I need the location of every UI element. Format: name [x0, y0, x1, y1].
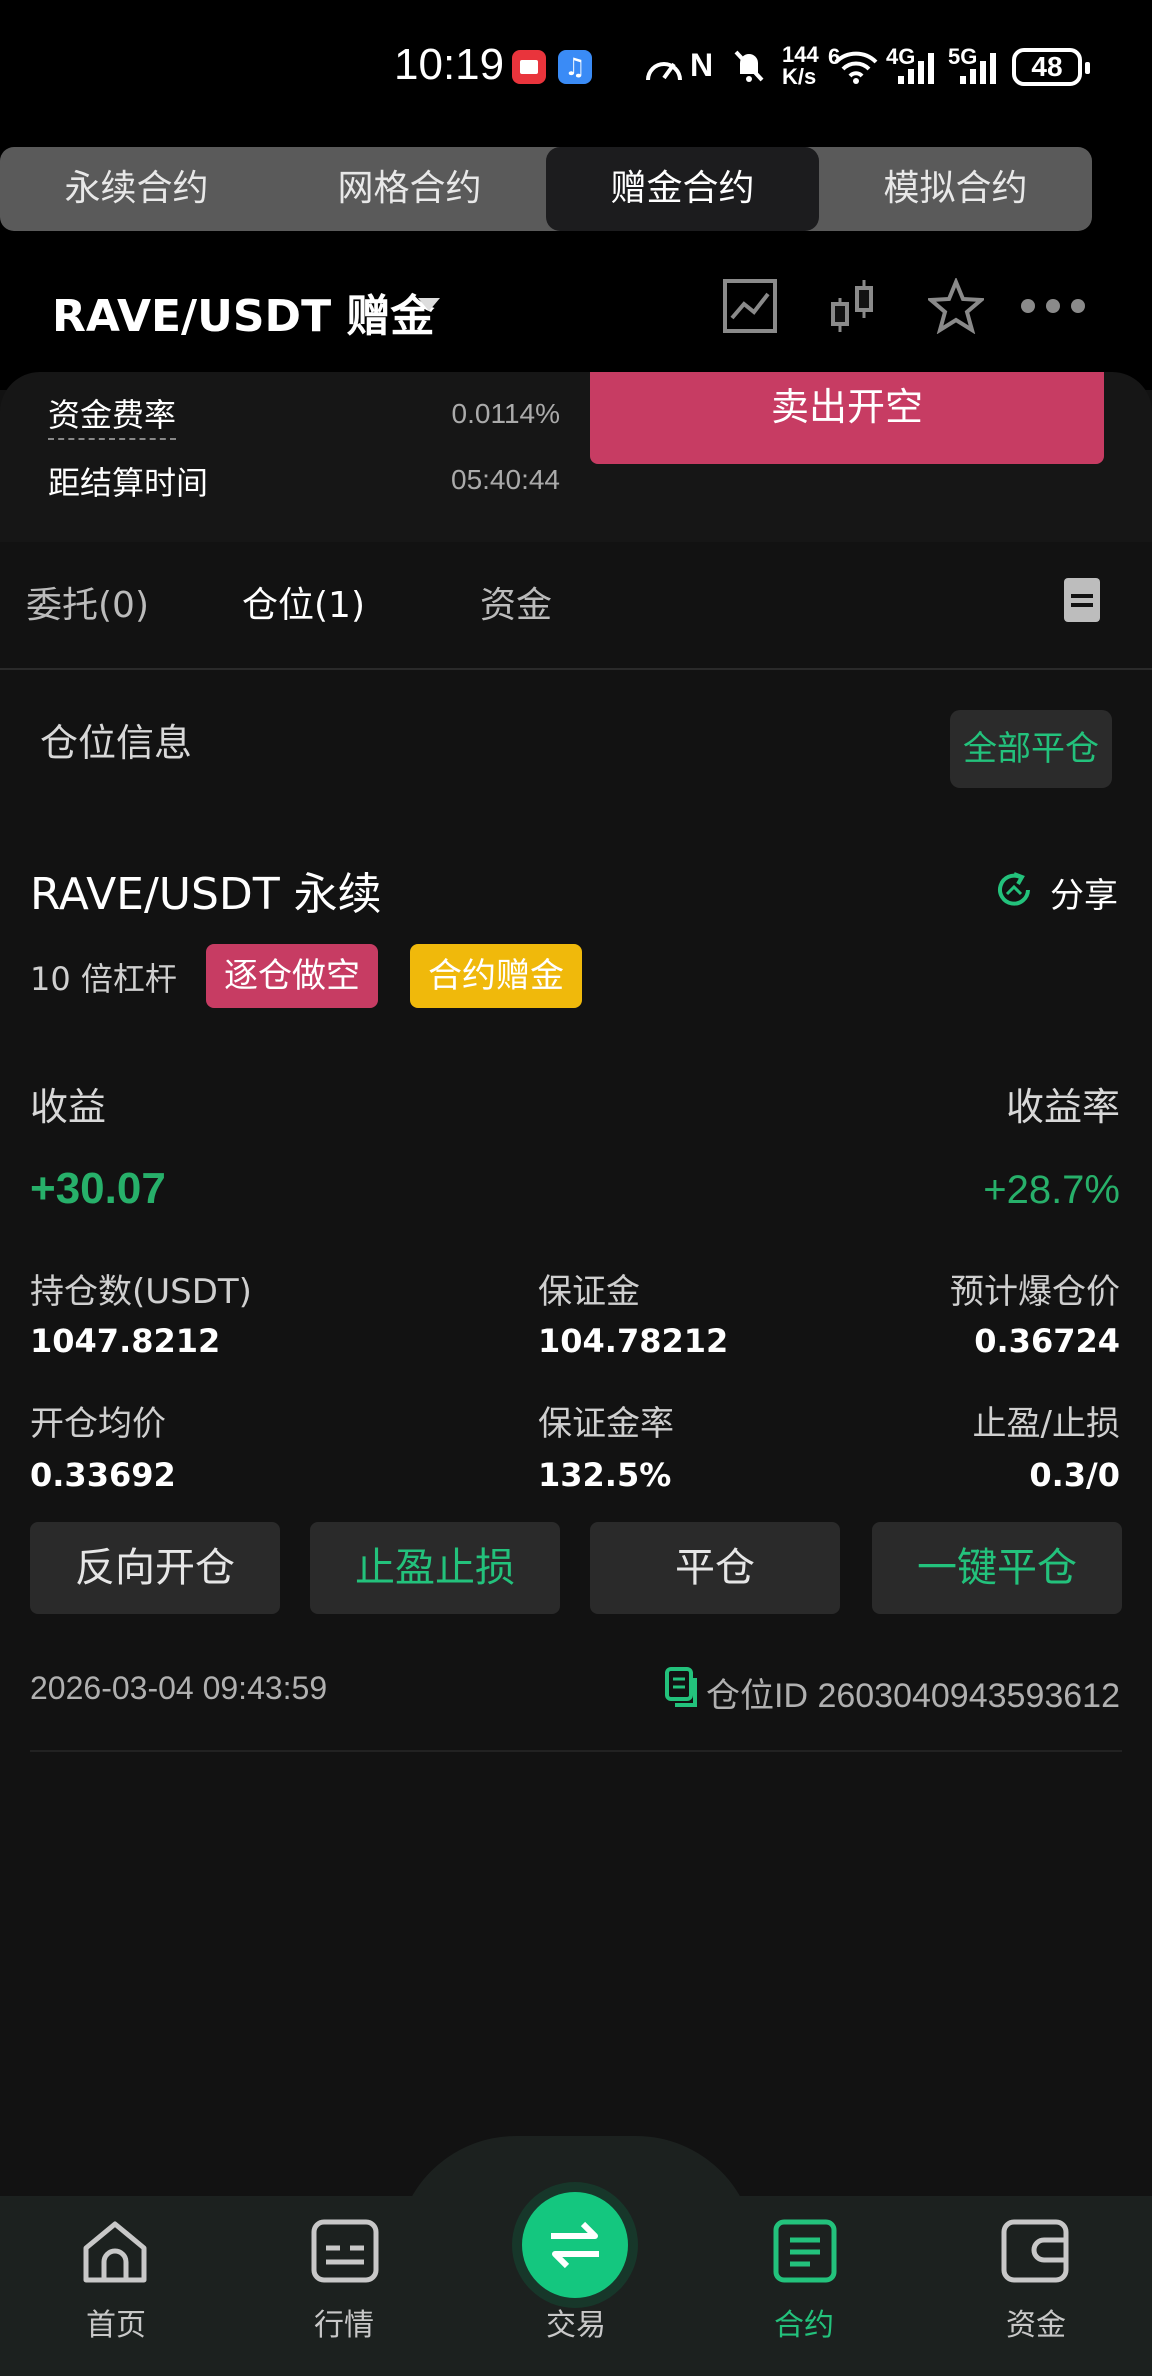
list-icon[interactable]: [1064, 578, 1100, 622]
nfc-icon: N: [690, 47, 714, 83]
tpsl-label: 止盈/止损: [972, 1404, 1120, 1444]
margin-label: 保证金: [538, 1272, 640, 1312]
star-icon[interactable]: [928, 278, 984, 334]
net-speed-value: 144: [782, 42, 819, 67]
pair-selector[interactable]: RAVE/USDT 赠金: [52, 280, 434, 344]
candlestick-icon[interactable]: [830, 278, 876, 334]
reverse-open-button[interactable]: 反向开仓: [30, 1522, 280, 1614]
position-id: 仓位ID 2603040943593612: [706, 1677, 1120, 1715]
market-icon[interactable]: [310, 2218, 380, 2284]
wallet-icon[interactable]: [1000, 2218, 1070, 2284]
swap-icon: [551, 2221, 599, 2269]
settle-time-value: 05:40:44: [451, 464, 560, 495]
contract-icon[interactable]: [772, 2218, 838, 2284]
net-speed-unit: K/s: [782, 64, 817, 89]
tab-demo[interactable]: 模拟合约: [819, 147, 1092, 231]
nav-assets[interactable]: 资金: [956, 2300, 1116, 2344]
nav-home[interactable]: 首页: [36, 2300, 196, 2344]
divider: [30, 1750, 1122, 1752]
tab-bonus[interactable]: 赠金合约: [546, 147, 819, 231]
music-app-icon: ♫: [558, 50, 592, 84]
more-icon[interactable]: [1020, 296, 1086, 316]
net-speed: 144 K/s: [782, 44, 819, 88]
funding-rate-value: 0.0114%: [451, 398, 560, 429]
app-notification-icon: [512, 50, 546, 84]
status-bar: 10:19 ♫ N 144 K/s 6 4G 5G 48: [0, 0, 1152, 140]
size-value: 1047.8212: [30, 1322, 221, 1360]
pnl-rate-label: 收益率: [1005, 1085, 1120, 1129]
close-position-button[interactable]: 平仓: [590, 1522, 840, 1614]
status-time: 10:19: [394, 40, 505, 89]
signal-icon-2: [960, 53, 996, 84]
signal-icon-1: [898, 53, 934, 84]
nav-contract[interactable]: 合约: [724, 2300, 884, 2344]
size-label: 持仓数(USDT): [30, 1272, 252, 1312]
settle-time-label: 距结算时间: [48, 464, 209, 502]
pnl-label: 收益: [30, 1085, 107, 1129]
open-time: 2026-03-04 09:43:59: [30, 1670, 328, 1706]
position-name: RAVE/USDT 永续: [30, 869, 382, 920]
nav-trade[interactable]: 交易: [496, 2300, 656, 2344]
copy-icon[interactable]: [664, 1666, 700, 1708]
tab-positions[interactable]: 仓位(1): [242, 576, 365, 628]
speed-icon: [646, 62, 682, 81]
nav-market[interactable]: 行情: [264, 2300, 424, 2344]
pnl-rate-value: +28.7%: [983, 1168, 1120, 1212]
tab-perpetual[interactable]: 永续合约: [0, 147, 273, 231]
pnl-value: +30.07: [30, 1164, 166, 1213]
chart-icon[interactable]: [722, 278, 778, 334]
tab-orders[interactable]: 委托(0): [26, 576, 149, 628]
mute-bell-icon: [734, 50, 764, 82]
margin-rate-label: 保证金率: [538, 1404, 674, 1444]
tpsl-value: 0.3/0: [1029, 1456, 1120, 1494]
position-section-title: 仓位信息: [40, 721, 193, 765]
leverage-label: 10 倍杠杆: [30, 960, 177, 998]
tab-funds[interactable]: 资金: [480, 576, 552, 628]
close-all-button[interactable]: 全部平仓: [950, 710, 1112, 788]
trade-button[interactable]: [522, 2192, 628, 2298]
battery-icon: 48: [1012, 48, 1090, 86]
tpsl-button[interactable]: 止盈止损: [310, 1522, 560, 1614]
share-button[interactable]: 分享: [1050, 868, 1118, 917]
contract-type-tabs: 永续合约 网格合约 赠金合约 模拟合约: [0, 147, 1092, 231]
entry-price-value: 0.33692: [30, 1456, 176, 1494]
wifi-icon: [834, 51, 878, 84]
margin-mode-badge: 逐仓做空: [206, 944, 378, 1008]
entry-price-label: 开仓均价: [30, 1404, 166, 1444]
margin-rate-value: 132.5%: [538, 1456, 672, 1494]
liq-price-label: 预计爆仓价: [950, 1272, 1120, 1312]
home-icon[interactable]: [80, 2218, 150, 2284]
share-icon[interactable]: [994, 870, 1034, 910]
bonus-badge: 合约赠金: [410, 944, 582, 1008]
liq-price-value: 0.36724: [974, 1322, 1120, 1360]
tab-grid[interactable]: 网格合约: [273, 147, 546, 231]
funding-rate-label[interactable]: 资金费率: [48, 390, 177, 440]
chevron-down-icon[interactable]: [418, 298, 440, 311]
margin-value: 104.78212: [538, 1322, 729, 1360]
quick-close-button[interactable]: 一键平仓: [872, 1522, 1122, 1614]
position-tabs: 委托(0) 仓位(1) 资金: [0, 542, 1152, 670]
sell-short-button[interactable]: 卖出开空: [590, 372, 1104, 464]
